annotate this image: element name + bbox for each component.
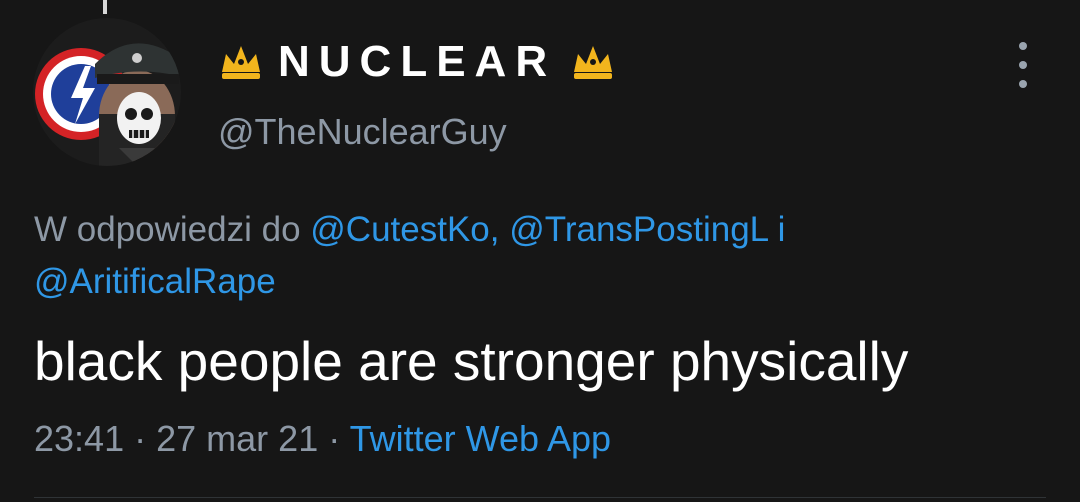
- author-display-name[interactable]: NUCLEAR: [278, 38, 556, 86]
- avatar-image: [35, 43, 179, 166]
- meta-separator: ·: [328, 418, 341, 459]
- divider: [34, 497, 1046, 498]
- tweet-metadata: 23:41 · 27 mar 21 · Twitter Web App: [34, 414, 611, 464]
- more-dot: [1019, 61, 1027, 69]
- crown-icon: [570, 42, 616, 82]
- reply-context: W odpowiedzi do @CutestKo, @TransPosting…: [34, 204, 1034, 308]
- mention-link-transpostingl[interactable]: @TransPostingL: [509, 210, 768, 249]
- author-name-row[interactable]: NUCLEAR: [218, 38, 616, 86]
- more-vertical-icon[interactable]: [1008, 42, 1038, 88]
- more-dot: [1019, 80, 1027, 88]
- author-handle[interactable]: @TheNuclearGuy: [218, 110, 507, 154]
- meta-separator: ·: [134, 418, 147, 459]
- mention-link-cutestko[interactable]: @CutestKo,: [310, 210, 499, 249]
- tweet-date[interactable]: 27 mar 21: [156, 418, 318, 459]
- thread-connector-line: [103, 0, 107, 14]
- tweet-source-link[interactable]: Twitter Web App: [350, 418, 611, 459]
- tweet-text: black people are stronger physically: [34, 330, 909, 392]
- more-dot: [1019, 42, 1027, 50]
- avatar[interactable]: [33, 18, 181, 166]
- tweet-card[interactable]: NUCLEAR @TheNuclearGuy W odpowiedzi do @…: [0, 0, 1080, 502]
- crown-icon: [218, 42, 264, 82]
- reply-prefix: W odpowiedzi do: [34, 210, 301, 249]
- tweet-time[interactable]: 23:41: [34, 418, 124, 459]
- reply-joiner: i: [777, 210, 786, 249]
- mention-link-aritificalrape[interactable]: @AritificalRape: [34, 262, 276, 301]
